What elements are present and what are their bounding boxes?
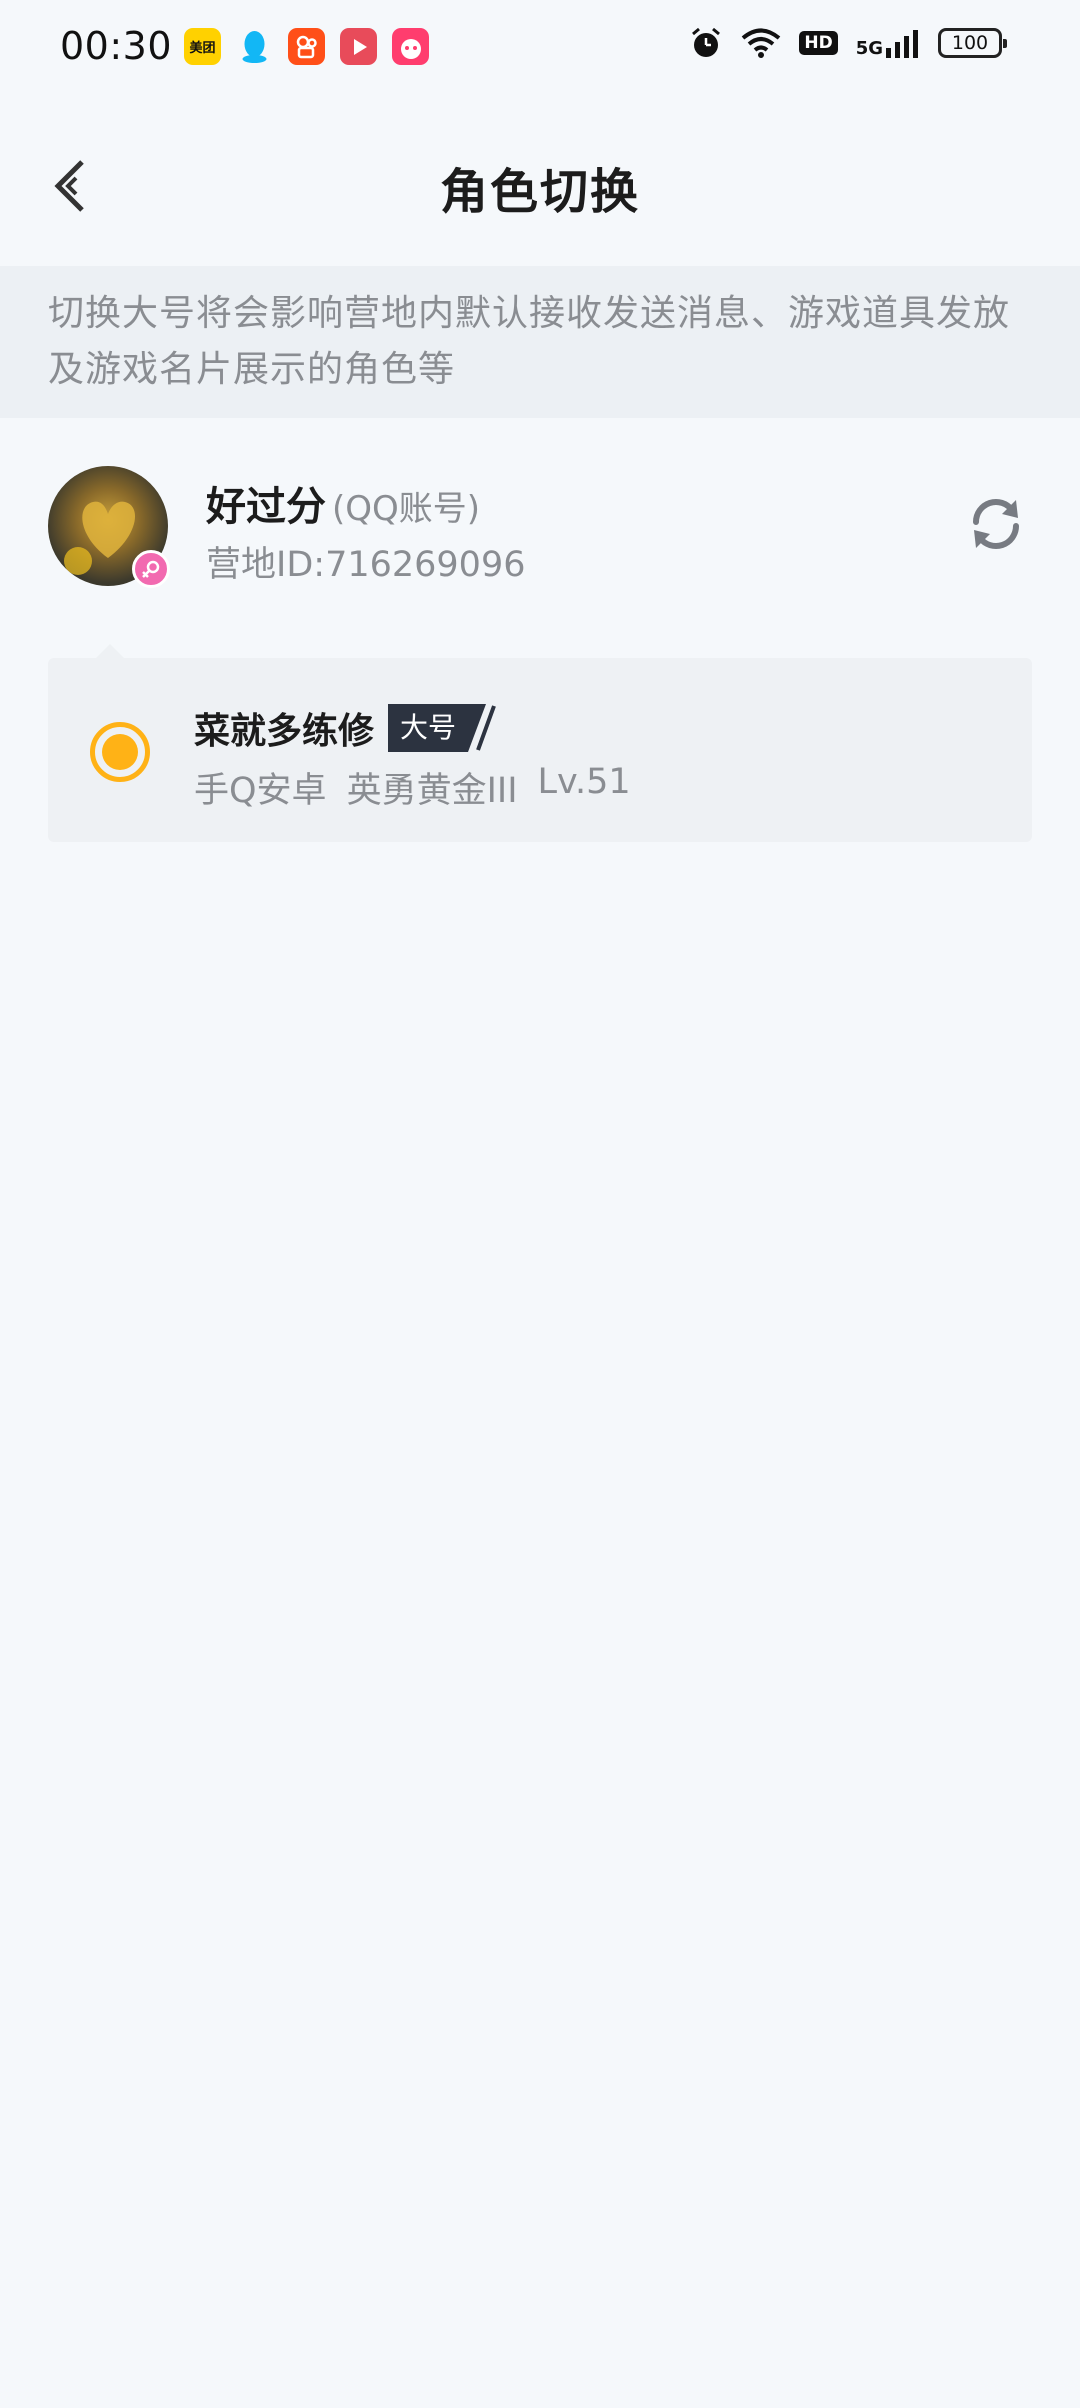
notice-text: 切换大号将会影响营地内默认接收发送消息、游戏道具发放及游戏名片展示的角色等 [48,293,1011,390]
role-rank: 英勇黄金III [346,771,518,811]
role-name-row: 菜就多练修 大号 [194,702,496,754]
switch-account-button[interactable] [964,492,1028,556]
kuaishou-icon [288,28,325,65]
taobao-618-icon [392,28,429,65]
status-time: 00:30 [60,24,173,68]
account-name: 好过分 [206,484,326,530]
camp-id: 营地ID:716269096 [206,545,526,585]
battery-icon: 100 [938,28,1007,58]
role-info: 手Q安卓 英勇黄金III Lv.51 [194,762,631,813]
role-radio-selected[interactable] [90,722,150,782]
avatar [48,466,170,588]
account-type: (QQ账号) [332,489,481,529]
qq-icon [236,28,273,65]
video-icon [340,28,377,65]
meituan-icon-label: 美团 [189,41,216,56]
status-bar: 00:30 美团 HD 5G 100 [0,0,1080,96]
role-card[interactable]: 菜就多练修 大号 手Q安卓 英勇黄金III Lv.51 [48,644,1032,842]
account-name-line: 好过分 (QQ账号) [206,474,480,532]
system-status-icons: HD 5G 100 [689,26,1007,60]
female-gender-icon [132,550,170,588]
radio-dot [102,734,138,770]
role-platform: 手Q安卓 [194,771,327,811]
switch-notice: 切换大号将会影响营地内默认接收发送消息、游戏道具发放及游戏名片展示的角色等 [0,266,1080,418]
main-account-tag-label: 大号 [388,704,469,752]
notification-icons: 美团 [184,28,429,65]
tag-slash-decoration [468,704,496,752]
wifi-icon [742,28,781,58]
refresh-icon [973,499,1019,549]
meituan-icon: 美团 [184,28,221,65]
role-switch-page: 00:30 美团 HD 5G 100 角色切换 切换大号将会影响营地内默认接收发… [0,0,1080,2408]
network-type: 5G [855,38,883,59]
role-name: 菜就多练修 [194,711,375,752]
page-title: 角色切换 [439,164,640,220]
signal-icon: 5G [856,28,920,58]
account-row: 好过分 (QQ账号) 营地ID:716269096 [0,440,1080,590]
nav-header: 角色切换 [0,96,1080,266]
alarm-icon [692,27,721,57]
role-level: Lv.51 [537,762,631,802]
main-account-tag: 大号 [388,704,496,752]
hd-badge: HD [799,31,838,55]
battery-level: 100 [951,32,989,54]
